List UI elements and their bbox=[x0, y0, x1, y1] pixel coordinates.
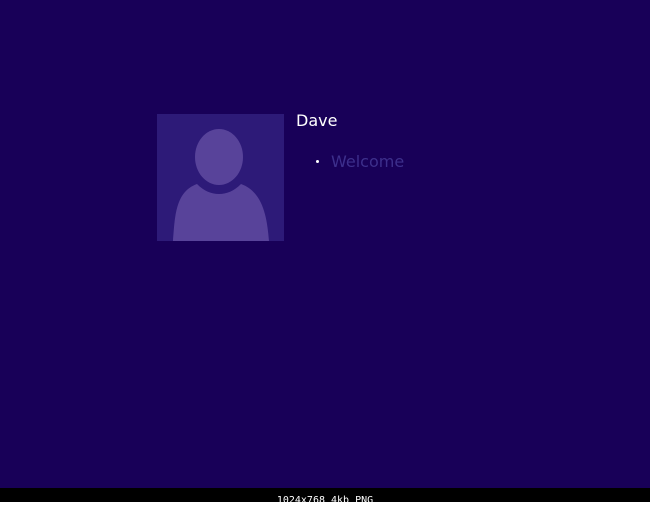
user-name: Dave bbox=[296, 111, 338, 130]
progress-dot bbox=[316, 160, 319, 163]
image-info-text: 1024x768 4kb PNG bbox=[276, 495, 374, 506]
image-viewer-status-bar: 1024x768 4kb PNG bbox=[0, 488, 650, 506]
welcome-status-text: Welcome bbox=[331, 152, 405, 171]
sign-in-screen: Dave Welcome bbox=[0, 0, 650, 488]
user-avatar-icon bbox=[157, 114, 284, 241]
